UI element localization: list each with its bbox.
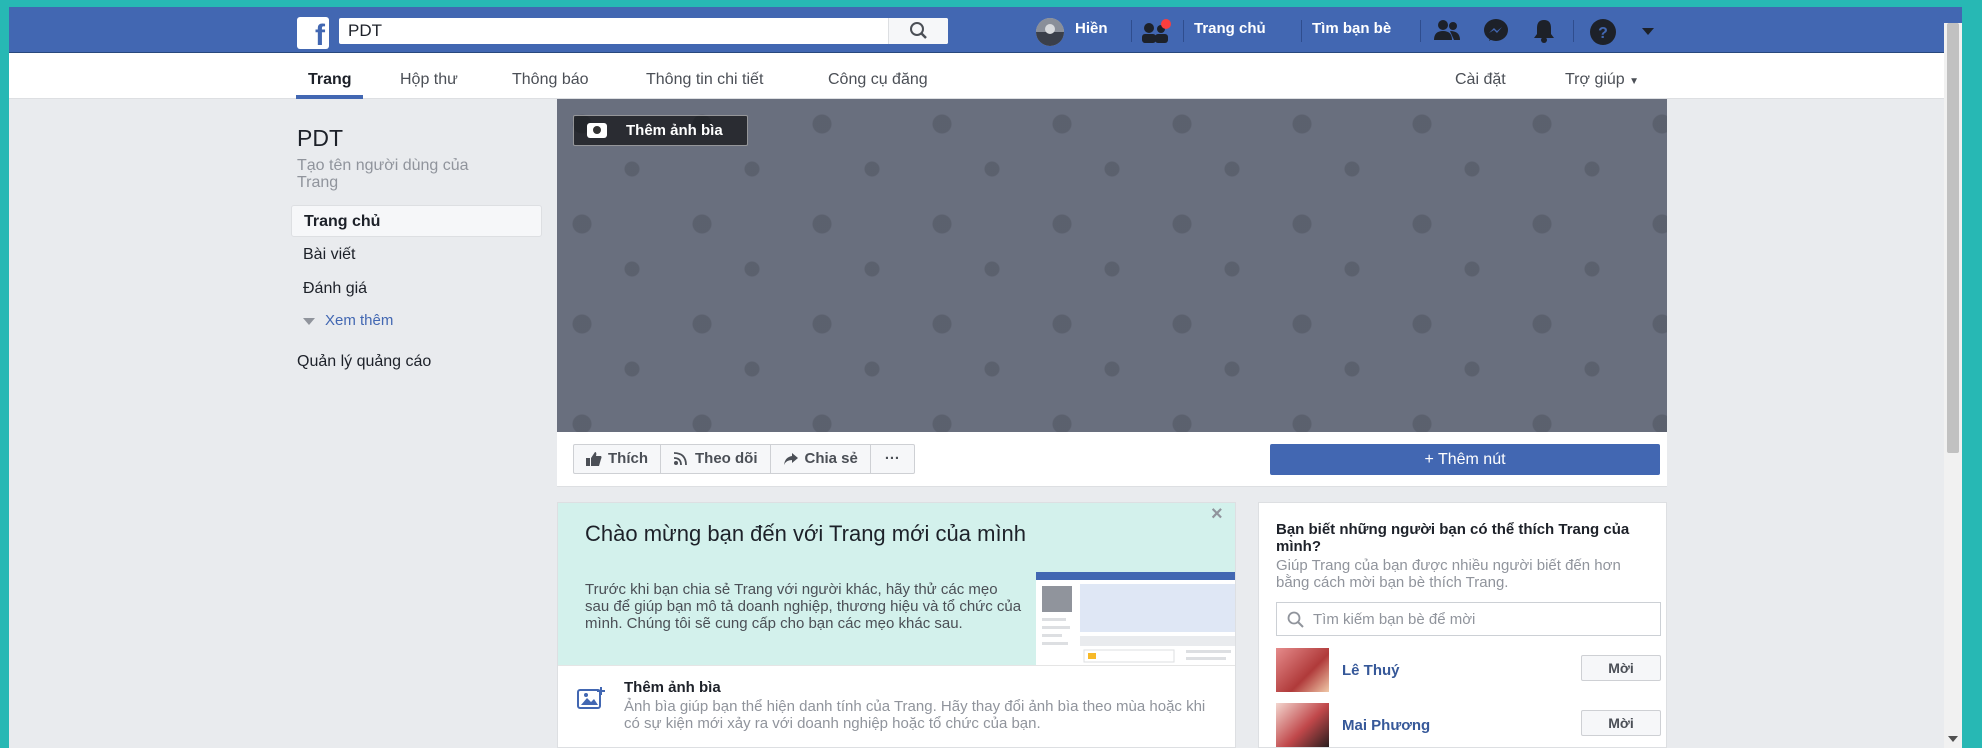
tab-page[interactable]: Trang — [308, 71, 352, 89]
share-label: Chia sẻ — [804, 450, 858, 467]
caret-down-icon — [303, 317, 315, 325]
invite-text: Giúp Trang của bạn được nhiều người biết… — [1276, 557, 1621, 591]
like-button[interactable]: Thích — [574, 445, 661, 473]
search-icon — [910, 22, 927, 39]
vertical-scrollbar[interactable] — [1944, 23, 1962, 748]
see-more-link[interactable]: Xem thêm — [303, 312, 393, 329]
friend-row: Lê Thuý Mời — [1276, 648, 1661, 692]
welcome-title: Chào mừng bạn đến với Trang mới của mình — [585, 521, 1027, 546]
invite-search-box — [1276, 602, 1661, 636]
welcome-card: Chào mừng bạn đến với Trang mới của mình… — [557, 502, 1236, 748]
page-illustration — [1036, 572, 1235, 665]
friend-row: Mai Phương Mời — [1276, 703, 1661, 747]
follow-button[interactable]: Theo dõi — [661, 445, 771, 473]
thumbs-up-icon — [586, 452, 602, 466]
top-navigation-bar: f Hiền Trang chủ Tìm bạn bè — [9, 7, 1962, 53]
create-username-link[interactable]: Tạo tên người dùng của Trang — [297, 157, 487, 191]
ads-manager-link[interactable]: Quản lý quảng cáo — [297, 353, 431, 371]
share-button[interactable]: Chia sẻ — [771, 445, 871, 473]
rss-icon — [673, 452, 687, 466]
friend-requests-icon[interactable] — [1433, 18, 1461, 42]
messenger-icon[interactable] — [1482, 18, 1510, 44]
tip-title: Thêm ảnh bìa — [624, 679, 721, 696]
cover-photo-area: Thêm ảnh bìa — [557, 99, 1667, 432]
tab-settings[interactable]: Cài đặt — [1455, 71, 1506, 89]
close-icon[interactable]: × — [1211, 503, 1223, 526]
invite-title: Bạn biết những người bạn có thể thích Tr… — [1276, 521, 1630, 555]
add-button[interactable]: + Thêm nút — [1270, 444, 1660, 475]
sidebar-item-reviews[interactable]: Đánh giá — [291, 273, 542, 305]
caret-down-icon: ▼ — [1629, 76, 1640, 87]
share-arrow-icon — [783, 453, 798, 465]
invite-button[interactable]: Mời — [1581, 710, 1661, 736]
camera-icon — [587, 123, 607, 138]
search-icon — [1287, 611, 1304, 628]
scrollbar-thumb[interactable] — [1947, 23, 1959, 453]
sidebar-item-home[interactable]: Trang chủ — [291, 205, 542, 237]
notifications-icon[interactable] — [1531, 18, 1557, 44]
welcome-text: Trước khi bạn chia sẻ Trang với người kh… — [585, 581, 1022, 632]
search-input[interactable] — [339, 18, 889, 44]
friend-avatar[interactable] — [1276, 703, 1329, 747]
page-actions-group: Thích Theo dõi Chia sẻ ··· — [573, 444, 915, 474]
friend-name-link[interactable]: Lê Thuý — [1342, 662, 1400, 679]
help-icon[interactable]: ? — [1589, 18, 1617, 46]
chevron-down-icon[interactable] — [1640, 27, 1656, 37]
follow-label: Theo dõi — [695, 450, 758, 467]
page-action-bar: Thích Theo dõi Chia sẻ ··· + Thêm nút — [557, 432, 1667, 487]
active-tab-indicator — [296, 95, 363, 99]
tip-text: Ảnh bìa giúp bạn thể hiện danh tính của … — [624, 698, 1206, 732]
tip-add-cover[interactable]: Thêm ảnh bìa Ảnh bìa giúp bạn thể hiện d… — [558, 665, 1235, 740]
like-label: Thích — [608, 450, 648, 467]
divider — [1420, 20, 1421, 42]
invite-friends-card: Bạn biết những người bạn có thể thích Tr… — [1258, 502, 1667, 748]
page-title: PDT — [297, 125, 343, 151]
welcome-header: Chào mừng bạn đến với Trang mới của mình… — [558, 503, 1235, 665]
divider — [1301, 20, 1302, 42]
help-label: Trợ giúp — [1565, 71, 1625, 88]
home-link[interactable]: Trang chủ — [1194, 20, 1266, 37]
friend-name-link[interactable]: Mai Phương — [1342, 717, 1430, 734]
tab-help[interactable]: Trợ giúp ▼ — [1565, 71, 1639, 89]
invite-search-input[interactable] — [1313, 603, 1653, 635]
tab-publishing-tools[interactable]: Công cụ đăng — [828, 71, 928, 89]
divider — [1183, 20, 1184, 42]
find-friends-link[interactable]: Tìm bạn bè — [1312, 20, 1391, 37]
tab-insights[interactable]: Thông tin chi tiết — [646, 71, 763, 89]
scroll-down-icon[interactable] — [1948, 736, 1958, 742]
tab-inbox[interactable]: Hộp thư — [400, 71, 458, 89]
friend-avatar[interactable] — [1276, 648, 1329, 692]
svg-text:?: ? — [1598, 25, 1608, 42]
profile-link[interactable]: Hiền — [1075, 20, 1108, 37]
avatar[interactable] — [1036, 18, 1064, 46]
add-photo-icon — [577, 687, 605, 709]
see-more-label: Xem thêm — [325, 312, 394, 329]
search-box — [339, 18, 948, 44]
search-button[interactable] — [888, 18, 948, 44]
page-tabs-bar: Trang Hộp thư Thông báo Thông tin chi ti… — [9, 53, 1962, 99]
add-cover-label: Thêm ảnh bìa — [626, 122, 723, 139]
facebook-logo-icon[interactable]: f — [297, 17, 329, 52]
add-cover-button[interactable]: Thêm ảnh bìa — [573, 115, 748, 146]
invite-button[interactable]: Mời — [1581, 655, 1661, 681]
divider — [1131, 20, 1132, 42]
browser-frame: f Hiền Trang chủ Tìm bạn bè — [9, 7, 1962, 748]
tab-notifications[interactable]: Thông báo — [512, 71, 589, 89]
more-options-button[interactable]: ··· — [871, 445, 914, 473]
page-roles-icon[interactable] — [1139, 19, 1173, 45]
divider — [1573, 20, 1574, 42]
sidebar-item-posts[interactable]: Bài viết — [291, 239, 542, 271]
